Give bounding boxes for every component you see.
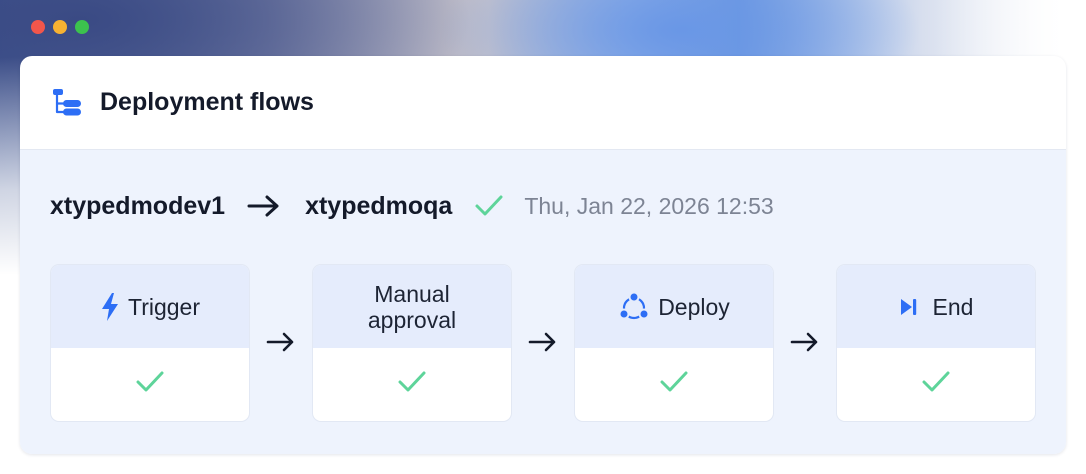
stage-status — [51, 348, 249, 421]
check-icon — [921, 370, 951, 399]
arrow-right-icon — [527, 330, 559, 354]
source-environment: xtypedmodev1 — [50, 191, 226, 220]
arrow-right-icon — [247, 194, 281, 218]
stage-label: Trigger — [128, 293, 200, 320]
stage-status — [837, 348, 1035, 421]
stage-status — [575, 348, 773, 421]
stage-trigger[interactable]: Trigger — [51, 265, 249, 421]
stage-header: Deploy — [575, 265, 773, 348]
stage-deploy[interactable]: Deploy — [575, 265, 773, 421]
check-icon — [474, 194, 504, 218]
flow-tree-icon — [50, 86, 84, 120]
stage-label: Deploy — [658, 293, 730, 320]
lightning-icon — [100, 292, 120, 322]
skip-end-icon — [899, 296, 919, 318]
arrow-right-icon — [265, 330, 297, 354]
check-icon — [659, 370, 689, 399]
stage-label: Manual approval — [367, 280, 457, 333]
flow-timestamp: Thu, Jan 22, 2026 12:53 — [524, 192, 774, 219]
minimize-window-button[interactable] — [53, 20, 67, 34]
stage-header: End — [837, 265, 1035, 348]
stage-status — [313, 348, 511, 421]
check-icon — [135, 370, 165, 399]
zoom-window-button[interactable] — [75, 20, 89, 34]
flow-summary: xtypedmodev1 xtypedmoqa Thu, Jan 22, 202… — [50, 188, 774, 224]
check-icon — [397, 370, 427, 399]
stage-label: End — [932, 293, 974, 320]
target-environment: xtypedmoqa — [305, 191, 453, 220]
stage-header: Trigger — [51, 265, 249, 348]
close-window-button[interactable] — [31, 20, 45, 34]
arrow-right-icon — [789, 330, 821, 354]
window-controls — [31, 20, 89, 34]
deployment-flows-window: Deployment flows xtypedmodev1 xtypedmoqa… — [20, 56, 1066, 454]
stage-manual-approval[interactable]: Manual approval — [313, 265, 511, 421]
window-header: Deployment flows — [20, 56, 1066, 150]
deploy-nodes-icon — [618, 291, 650, 323]
stage-header: Manual approval — [313, 265, 511, 348]
stage-end[interactable]: End — [837, 265, 1035, 421]
page-title: Deployment flows — [100, 88, 314, 116]
flow-panel: xtypedmodev1 xtypedmoqa Thu, Jan 22, 202… — [20, 150, 1066, 454]
